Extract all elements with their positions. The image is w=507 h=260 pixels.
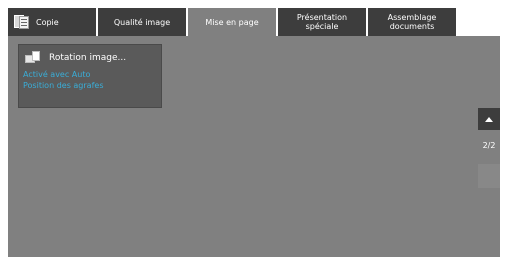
tab-bar: Copie Qualité image Mise en page Présent…: [8, 8, 500, 36]
tab-label-layout: Mise en page: [205, 17, 259, 27]
feature-title: Rotation image...: [49, 53, 127, 63]
tab-label-image-quality: Qualité image: [113, 17, 171, 27]
copy-icon: [14, 15, 30, 29]
tab-label-document-assembly: Assemblage documents: [387, 13, 437, 31]
rotate-image-icon: [25, 51, 43, 65]
control-panel-screen: Copie Qualité image Mise en page Présent…: [8, 8, 500, 257]
feature-header: Rotation image...: [25, 51, 126, 65]
tab-special-presentation[interactable]: Présentation spéciale: [278, 8, 366, 36]
tab-document-assembly[interactable]: Assemblage documents: [368, 8, 456, 36]
image-rotation-button[interactable]: Rotation image... Activé avec Auto Posit…: [18, 44, 162, 108]
tab-label-copy: Copie: [36, 17, 59, 27]
tab-label-special-presentation: Présentation spéciale: [296, 13, 348, 31]
scroll-down-area: [478, 164, 500, 188]
page-navigation: 2/2: [478, 108, 500, 198]
tab-copy[interactable]: Copie: [8, 8, 96, 36]
feature-status-line-2: Position des agrafes: [23, 81, 104, 90]
up-arrow-icon: [485, 116, 493, 122]
page-indicator: 2/2: [482, 141, 496, 150]
tab-layout[interactable]: Mise en page: [188, 8, 276, 36]
feature-status: Activé avec Auto Position des agrafes: [23, 69, 103, 91]
scroll-up-button[interactable]: [478, 108, 500, 130]
tab-image-quality[interactable]: Qualité image: [98, 8, 186, 36]
feature-status-line-1: Activé avec Auto: [23, 70, 91, 79]
